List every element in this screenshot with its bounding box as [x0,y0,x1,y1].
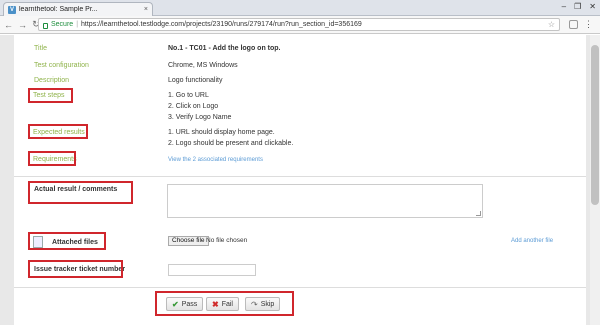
pass-label: Pass [181,300,198,308]
url-text[interactable]: https://learnthetool.testlodge.com/proje… [81,21,362,28]
section-divider [14,287,586,288]
secure-label: Secure [51,21,74,28]
skip-label: Skip [260,300,275,308]
bookmark-star-icon[interactable]: ☆ [548,20,555,29]
cross-icon: ✖ [212,299,219,309]
url-separator: | [76,21,79,28]
description-label: Description [34,77,70,84]
fail-button[interactable]: ✖ Fail [206,297,239,311]
maximize-icon[interactable]: ❐ [574,2,581,11]
highlight-requirements [28,151,76,166]
lock-icon [43,22,48,29]
config-value: Chrome, MS Windows [168,62,238,69]
actual-result-textarea[interactable] [167,184,483,218]
section-divider [14,176,586,177]
expected-item: 2. Logo should be present and clickable. [168,140,294,147]
step-item: 1. Go to URL [168,92,209,99]
expected-item: 1. URL should display home page. [168,129,275,136]
no-file-text: No file chosen [206,237,248,244]
requirements-link[interactable]: View the 2 associated requirements [168,157,263,163]
highlight-test-steps [28,88,73,103]
window-controls: – ❐ ✕ [562,2,596,11]
skip-button[interactable]: ↷ Skip [245,297,281,311]
extension-icon[interactable] [569,20,578,29]
content-panel [14,35,586,325]
forward-icon[interactable]: → [18,20,27,30]
browser-tab-bar: V learnthetool: Sample Pr... × – ❐ ✕ [0,0,600,16]
skip-icon: ↷ [251,299,258,309]
title-label: Title [34,45,47,52]
close-window-icon[interactable]: ✕ [589,2,596,11]
address-bar[interactable]: Secure | https://learnthetool.testlodge.… [38,18,560,31]
scrollbar-thumb[interactable] [591,45,599,205]
pass-button[interactable]: ✔ Pass [166,297,204,311]
close-tab-icon[interactable]: × [144,6,148,13]
ticket-number-input[interactable] [168,264,256,276]
highlight-attached-files [28,232,106,250]
highlight-actual-result [28,181,133,204]
check-icon: ✔ [172,299,179,309]
add-another-file-link[interactable]: Add another file [511,238,553,244]
browser-menu-icon[interactable]: ⋮ [584,19,593,29]
tab-title: learnthetool: Sample Pr... [19,6,98,13]
fail-label: Fail [221,300,233,308]
browser-toolbar: ← → ↻ Secure | https://learnthetool.test… [0,16,600,34]
step-item: 3. Verify Logo Name [168,114,232,121]
browser-tab[interactable]: V learnthetool: Sample Pr... × [3,2,153,16]
title-value: No.1 - TC01 - Add the logo on top. [168,45,281,52]
step-item: 2. Click on Logo [168,103,219,110]
page-background [0,35,600,325]
scrollbar[interactable] [590,35,600,325]
description-value: Logo functionality [168,77,223,84]
config-label: Test configuration [34,62,89,69]
highlight-ticket-number [28,260,123,278]
back-icon[interactable]: ← [4,20,13,30]
highlight-expected-results [28,124,88,139]
minimize-icon[interactable]: – [562,2,566,11]
choose-file-button[interactable]: Choose file [168,236,209,246]
favicon-icon: V [8,5,16,14]
